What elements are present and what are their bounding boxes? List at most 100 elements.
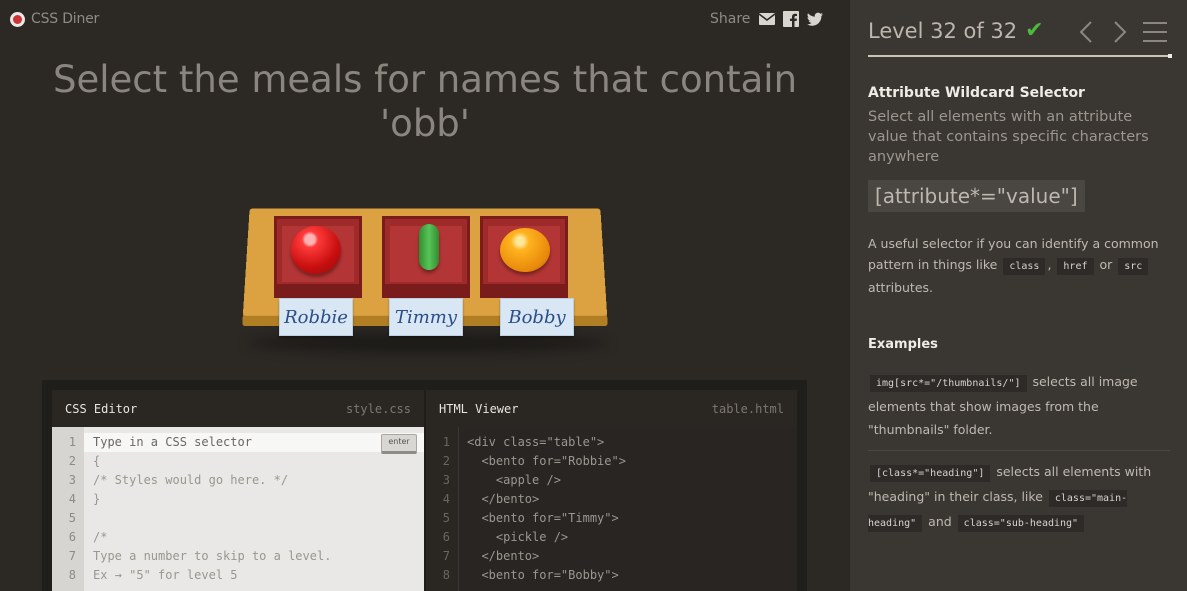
share-bar: Share [710, 10, 824, 28]
code-line: 2 <bento for="Robbie"> [426, 452, 797, 471]
line-number: 2 [442, 454, 450, 468]
pickle[interactable] [419, 224, 439, 270]
line-number: 7 [442, 549, 450, 563]
hamburger-icon-line [1143, 40, 1167, 42]
html-markup[interactable]: <apple /> [467, 471, 561, 490]
code-line: 5 <bento for="Timmy"> [426, 509, 797, 528]
html-markup[interactable]: </bento> [467, 490, 539, 509]
example-text: and [928, 514, 952, 529]
line-number: 5 [68, 511, 76, 525]
line-number: 4 [68, 492, 76, 506]
code-line: 6 <pickle /> [426, 528, 797, 547]
css-editor-title: CSS Editor [65, 401, 138, 416]
line-number: 3 [442, 473, 450, 487]
html-viewer[interactable]: 1 <div class="table"> 2 <bento for="Robbi… [426, 427, 797, 591]
line-number: 6 [68, 530, 76, 544]
level-instruction: Select the meals for names that contain … [52, 58, 798, 145]
twitter-icon[interactable] [806, 10, 824, 28]
progress-marker [1168, 54, 1172, 58]
html-markup[interactable]: </bento> [467, 547, 539, 566]
code-line: 4 </bento> [426, 490, 797, 509]
code-line: 8 Ex → "5" for level 5 [52, 566, 424, 585]
html-viewer-filename: table.html [711, 401, 784, 416]
html-markup[interactable]: <div class="table"> [467, 433, 604, 452]
line-number: 1 [68, 435, 76, 449]
line-number: 5 [442, 511, 450, 525]
line-number: 8 [68, 568, 76, 582]
example-item: [class*="heading"] selects all elements … [868, 460, 1168, 535]
code-text: } [93, 492, 101, 506]
selector-hint: A useful selector if you can identify a … [868, 233, 1168, 298]
code-text: { [93, 454, 101, 468]
email-icon[interactable] [758, 10, 776, 28]
css-editor[interactable]: 1 Type in a CSS selector 2{ 3/* Styles wo… [52, 427, 424, 591]
chevron-right-icon [1114, 21, 1127, 43]
line-number: 2 [68, 454, 76, 468]
name-tag-robbie: Robbie [279, 298, 353, 336]
example-item: img[src*="/thumbnails/"] selects all ima… [868, 370, 1168, 441]
level-sidebar: Level 32 of 32 ✔ Attribute Wildcard Sele… [850, 0, 1187, 591]
line-number: 6 [442, 530, 450, 544]
code-text: Type a number to skip to a level. [93, 549, 332, 563]
code-chip: src [1118, 258, 1149, 275]
selector-description: Select all elements with an attribute va… [868, 109, 1149, 165]
code-text: /* [93, 530, 108, 544]
code-line: 6 /* [52, 528, 424, 547]
table-shadow [248, 333, 608, 353]
name-tag-bobby: Bobby [500, 298, 574, 336]
hint-text: , [1047, 257, 1052, 272]
code-line: 2{ [52, 452, 424, 471]
editor: CSS Editor style.css HTML Viewer table.h… [42, 380, 807, 591]
code-text: Ex → "5" for level 5 [93, 568, 238, 582]
css-editor-header: CSS Editor style.css [52, 390, 424, 427]
level-indicator[interactable]: Level 32 of 32 [868, 19, 1017, 43]
code-line: 8 <bento for="Bobby"> [426, 566, 797, 585]
line-number: 8 [442, 568, 450, 582]
code-line: 5 [52, 509, 424, 528]
line-number: 4 [442, 492, 450, 506]
enter-button[interactable]: enter [381, 434, 417, 454]
apple[interactable] [291, 226, 341, 274]
main-area: CSS Diner Share Select the meals for nam… [0, 0, 850, 591]
chevron-left-icon [1079, 21, 1092, 43]
hamburger-icon-line [1143, 31, 1167, 33]
line-number: 1 [442, 435, 450, 449]
previous-level-button[interactable] [1078, 20, 1094, 44]
code-chip: [class*="heading"] [870, 465, 991, 482]
html-markup[interactable]: <bento for="Robbie"> [467, 452, 626, 471]
app-title: CSS Diner [31, 11, 100, 27]
next-level-button[interactable] [1112, 20, 1128, 44]
html-markup[interactable]: <bento for="Bobby"> [467, 566, 618, 585]
html-markup[interactable]: <bento for="Timmy"> [467, 509, 618, 528]
code-line: 1 Type in a CSS selector [52, 433, 424, 452]
bento-timmy[interactable] [382, 216, 470, 298]
html-markup[interactable]: <pickle /> [467, 528, 568, 547]
orange[interactable] [500, 228, 550, 272]
html-viewer-title: HTML Viewer [439, 401, 519, 416]
line-number: 7 [68, 549, 76, 563]
name-tag-timmy: Timmy [389, 298, 463, 336]
examples-heading: Examples [868, 337, 938, 352]
code-chip: class [1003, 258, 1046, 275]
css-selector-input[interactable]: Type in a CSS selector [93, 433, 252, 452]
checkmark-icon: ✔ [1025, 18, 1044, 43]
code-line: 4} [52, 490, 424, 509]
code-text: /* Styles would go here. */ [93, 473, 289, 487]
facebook-icon[interactable] [782, 10, 800, 28]
code-line: 3 <apple /> [426, 471, 797, 490]
menu-button[interactable] [1143, 22, 1167, 42]
bento-robbie[interactable] [274, 216, 362, 298]
code-chip: img[src*="/thumbnails/"] [870, 375, 1027, 392]
code-line: 7 Type a number to skip to a level. [52, 547, 424, 566]
logo[interactable]: CSS Diner [10, 11, 99, 27]
diner-logo-icon [10, 11, 25, 27]
hamburger-icon-line [1143, 22, 1167, 24]
selector-syntax: [attribute*="value"] [868, 180, 1085, 212]
selector-name: Attribute Wildcard Selector [868, 85, 1085, 101]
code-line: 7 </bento> [426, 547, 797, 566]
hint-text: or [1099, 257, 1113, 272]
line-number: 3 [68, 473, 76, 487]
bento-bobby[interactable] [480, 216, 568, 298]
level-header: Level 32 of 32 ✔ [868, 18, 1044, 43]
code-line: 3 /* Styles would go here. */ [52, 471, 424, 490]
